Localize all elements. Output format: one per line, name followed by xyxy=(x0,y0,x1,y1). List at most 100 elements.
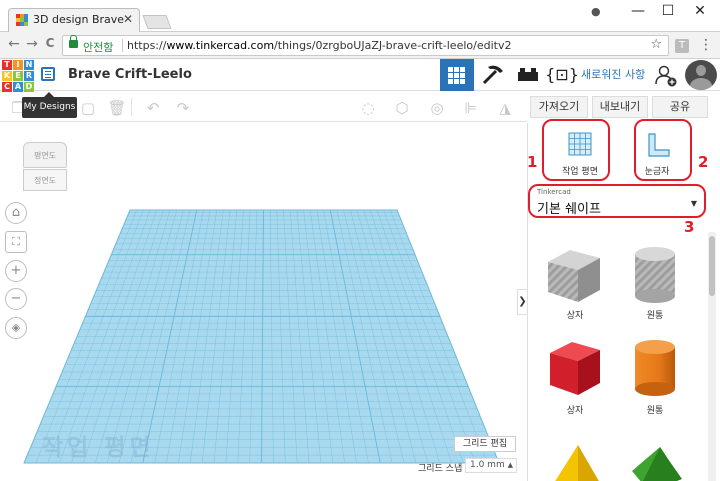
mirror-icon[interactable]: ◮ xyxy=(495,99,515,117)
tinkercad-logo[interactable]: TIN KER CAD xyxy=(2,60,34,92)
extension-icon[interactable]: T xyxy=(675,39,689,53)
pyramid-shape-icon xyxy=(555,445,599,481)
shape-name: 원통 xyxy=(646,311,664,321)
url-host: www.tinkercad.com xyxy=(166,39,275,52)
import-button[interactable]: 가져오기 xyxy=(530,96,588,118)
duplicate-icon[interactable]: ▢ xyxy=(78,99,98,117)
snap-caret-icon: ▲ xyxy=(507,461,513,469)
home-view-icon[interactable]: ⌂ xyxy=(5,202,27,224)
delete-icon[interactable]: 🗑 xyxy=(107,99,127,117)
viewcube-front-face[interactable]: 정면도 xyxy=(23,169,67,191)
tab-close-icon[interactable]: ✕ xyxy=(123,12,133,26)
group-icon[interactable]: ⬡ xyxy=(392,99,412,117)
callout-box-workplane xyxy=(542,119,610,181)
shape-roof-green[interactable] xyxy=(620,443,690,481)
edit-toolbar: ❐ ▢ 🗑 ↶ ↷ ◌ ⬡ ◎ ⊫ ◮ xyxy=(0,92,527,122)
my-designs-icon[interactable] xyxy=(41,67,55,81)
shape-cylinder-gray[interactable]: 원통 xyxy=(620,240,690,330)
redo-icon[interactable]: ↷ xyxy=(173,99,193,117)
logo-letter: C xyxy=(2,82,12,92)
scrollbar-thumb[interactable] xyxy=(709,236,715,296)
window-user-icon[interactable]: ● xyxy=(591,5,601,18)
url-scheme: https:// xyxy=(127,39,167,52)
codeblocks-icon[interactable]: {⊡} xyxy=(545,59,579,91)
bricks-icon[interactable] xyxy=(511,59,545,91)
shape-name: 상자 xyxy=(566,311,584,321)
my-designs-tooltip: My Designs xyxy=(22,92,77,118)
callout-box-ruler xyxy=(634,119,692,181)
address-bar: ← → C 안전함 https://www.tinkercad.com/thin… xyxy=(0,32,720,59)
maximize-button[interactable]: ☐ xyxy=(656,3,680,19)
browser-tab[interactable]: 3D design Brave Crift-Le ✕ xyxy=(8,8,140,32)
shape-pyramid-yellow[interactable] xyxy=(540,443,610,481)
whats-new-link[interactable]: 새로워진 사항 xyxy=(581,66,645,82)
reload-button[interactable]: C xyxy=(40,36,60,50)
design-name[interactable]: Brave Crift-Leelo xyxy=(68,67,192,82)
logo-letter: E xyxy=(13,71,23,81)
browser-titlebar: 3D design Brave Crift-Le ✕ ● — ☐ ✕ xyxy=(0,0,720,32)
shape-name: 원통 xyxy=(646,406,664,416)
snap-grid-label: 그리드 스냅 xyxy=(418,464,463,474)
snap-grid-select[interactable]: 1.0 mm ▲ xyxy=(465,458,517,473)
fit-view-icon[interactable]: ⛶ xyxy=(5,231,27,253)
cylinder-shape-icon xyxy=(635,247,675,303)
shape-select-caret-icon: ▼ xyxy=(690,199,697,208)
panel-scrollbar[interactable] xyxy=(708,232,716,481)
view-cube[interactable]: 평면도 정면도 xyxy=(23,142,71,194)
url-field[interactable]: 안전함 https://www.tinkercad.com/things/0zr… xyxy=(62,35,669,56)
callout-number-1: 1 xyxy=(527,153,538,171)
undo-icon[interactable]: ↶ xyxy=(143,99,163,117)
logo-letter: R xyxy=(24,71,34,81)
minecraft-pickaxe-icon[interactable] xyxy=(476,59,510,91)
workplane-watermark: 작업 평면 xyxy=(42,435,155,461)
shape-library-select[interactable]: Tinkercad 기본 쉐이프 ▼ xyxy=(533,188,701,218)
add-user-icon[interactable] xyxy=(655,65,677,87)
ungroup-icon[interactable]: ◎ xyxy=(427,99,447,117)
align-icon[interactable]: ⊫ xyxy=(461,99,481,117)
logo-letter: D xyxy=(24,82,34,92)
logo-letter: K xyxy=(2,71,12,81)
view-3d-design-button[interactable] xyxy=(440,59,474,91)
user-avatar[interactable] xyxy=(685,60,717,90)
window-close-button[interactable]: ✕ xyxy=(688,3,712,19)
panel-collapse-icon[interactable]: ❯ xyxy=(517,289,527,315)
logo-letter: N xyxy=(24,60,34,70)
logo-letter: T xyxy=(2,60,12,70)
secure-label: 안전함 xyxy=(83,41,114,54)
url-text: https://www.tinkercad.com/things/0zrgboU… xyxy=(127,39,511,52)
lock-icon xyxy=(69,35,78,48)
box-shape-icon xyxy=(550,342,600,395)
url-separator xyxy=(122,39,123,52)
bookmark-star-icon[interactable]: ☆ xyxy=(650,37,662,52)
forward-button[interactable]: → xyxy=(22,36,42,52)
share-button[interactable]: 공유 xyxy=(652,96,708,118)
viewcube-top-face[interactable]: 평면도 xyxy=(23,142,67,168)
shape-set-value: 기본 쉐이프 xyxy=(537,202,601,217)
logo-letter: I xyxy=(13,60,23,70)
zoom-out-icon[interactable]: − xyxy=(5,288,27,310)
back-button[interactable]: ← xyxy=(4,36,24,52)
new-tab-button[interactable] xyxy=(142,15,172,29)
callout-number-3: 3 xyxy=(684,218,695,236)
zoom-in-icon[interactable]: + xyxy=(5,260,27,282)
snap-grid-value: 1.0 mm xyxy=(470,460,505,470)
browser-menu-icon[interactable]: ⋮ xyxy=(699,37,713,53)
minimize-button[interactable]: — xyxy=(626,3,650,19)
light-bulb-icon[interactable]: ◌ xyxy=(358,99,378,117)
shape-box-red[interactable]: 상자 xyxy=(540,333,610,423)
toolbar-separator xyxy=(131,98,132,116)
tinkercad-favicon-icon xyxy=(16,14,28,26)
ortho-view-icon[interactable]: ◈ xyxy=(5,317,27,339)
shape-name: 상자 xyxy=(566,406,584,416)
cylinder-shape-icon xyxy=(635,340,675,396)
box-shape-icon xyxy=(548,250,600,302)
edit-grid-button[interactable]: 그리드 편집 xyxy=(454,436,516,452)
export-button[interactable]: 내보내기 xyxy=(592,96,648,118)
shape-box-gray[interactable]: 상자 xyxy=(540,240,610,330)
tab-title: 3D design Brave Crift-Le xyxy=(33,13,125,26)
shape-category-label: Tinkercad xyxy=(537,188,571,196)
callout-number-2: 2 xyxy=(698,153,709,171)
logo-letter: A xyxy=(13,82,23,92)
url-path: /things/0zrgboUJaZJ-brave-crift-leelo/ed… xyxy=(274,39,512,52)
shape-cylinder-orange[interactable]: 원통 xyxy=(620,333,690,423)
